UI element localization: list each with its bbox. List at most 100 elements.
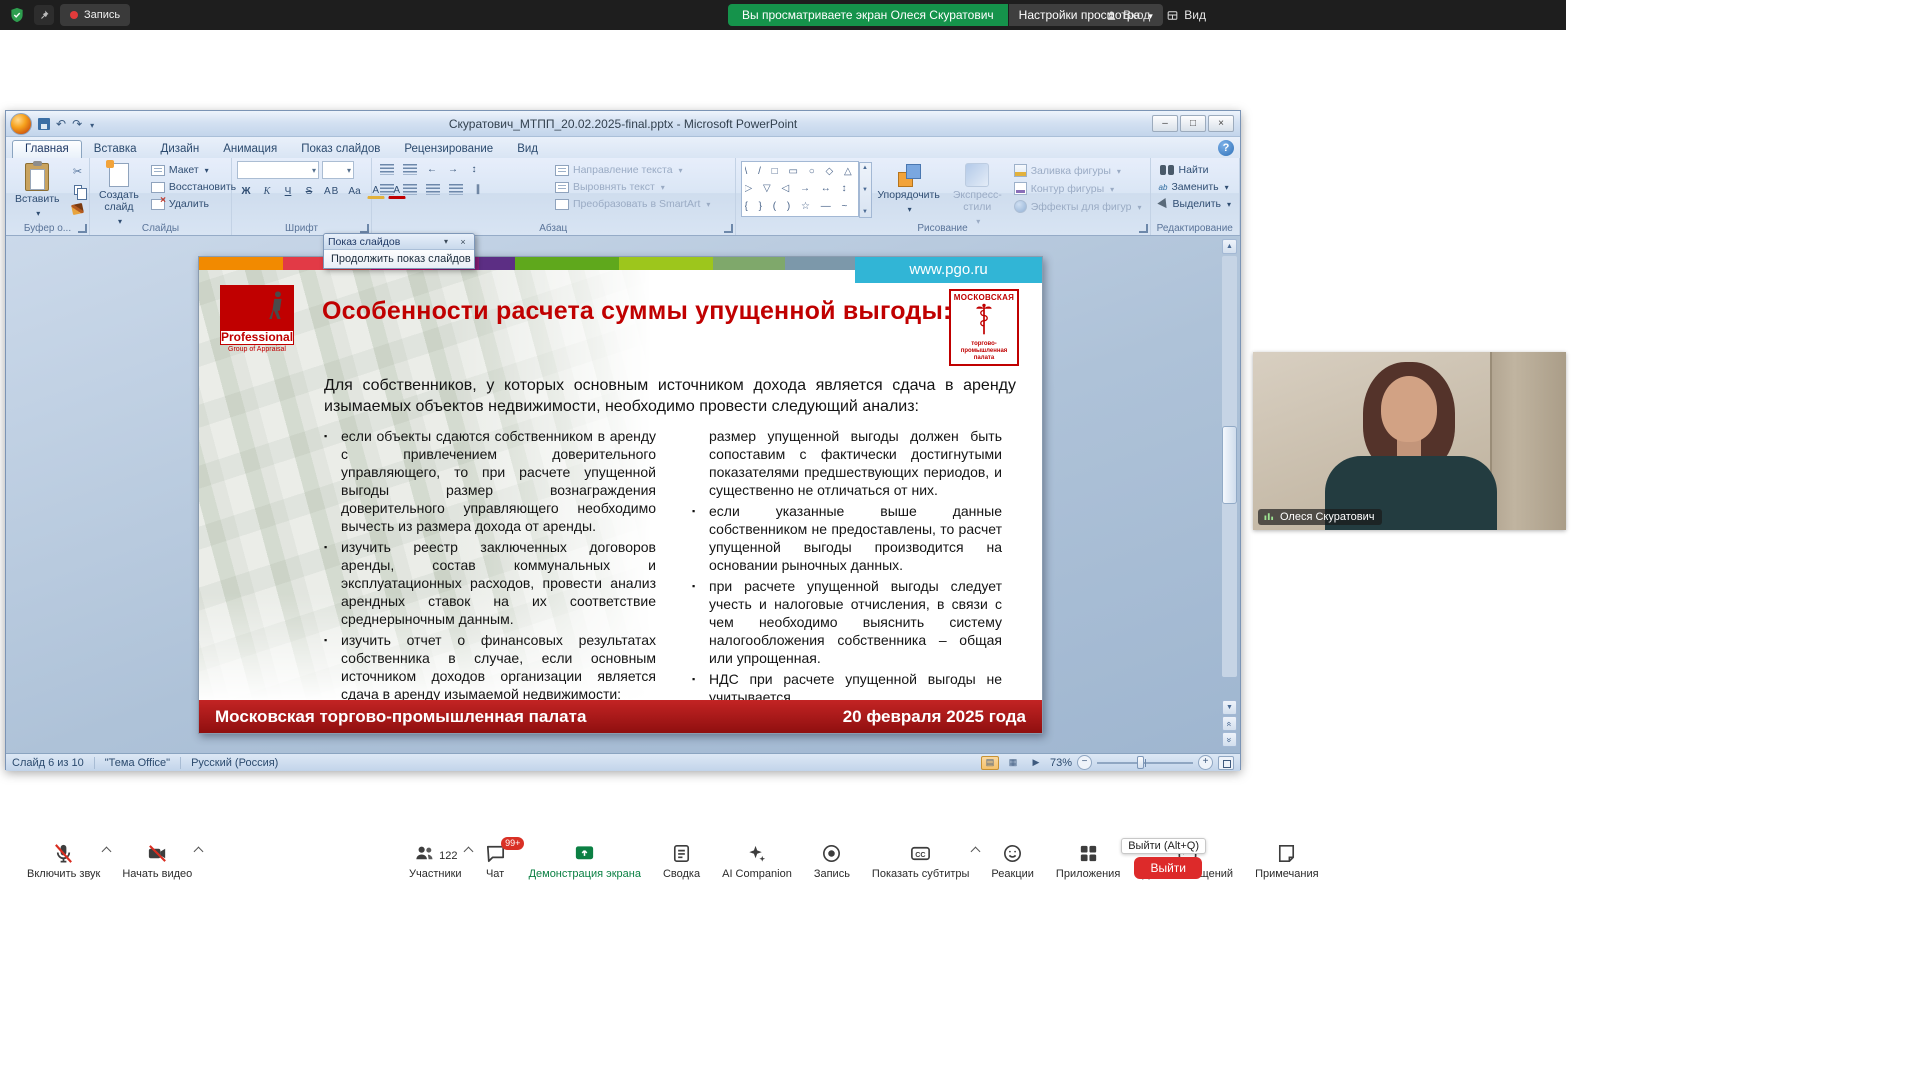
quick-styles-button[interactable]: Экспресс-стили bbox=[949, 161, 1006, 229]
shapes-row-misc[interactable] bbox=[745, 201, 855, 212]
increase-indent-button[interactable]: → bbox=[444, 161, 462, 177]
shape-outline-button[interactable]: Контур фигуры bbox=[1011, 181, 1145, 196]
scroll-down-button[interactable]: ▼ bbox=[1222, 700, 1237, 715]
paste-button[interactable]: Вставить bbox=[11, 161, 64, 221]
replace-button[interactable]: Заменить bbox=[1156, 180, 1234, 194]
cut-button[interactable] bbox=[69, 163, 87, 179]
toolbar-ai-companion[interactable]: AI Companion bbox=[711, 836, 803, 880]
align-center-button[interactable] bbox=[400, 181, 420, 197]
scrollbar-track[interactable] bbox=[1222, 256, 1237, 677]
save-icon[interactable] bbox=[38, 118, 50, 130]
scroll-up-button[interactable]: ▲ bbox=[1222, 239, 1237, 254]
chevron-up-icon[interactable] bbox=[102, 847, 112, 857]
toolbar-reactions[interactable]: Реакции bbox=[980, 836, 1045, 880]
copy-button[interactable] bbox=[69, 182, 87, 198]
shapes-row-lines[interactable] bbox=[745, 166, 855, 177]
continue-slideshow-item[interactable]: Продолжить показ слайдов bbox=[324, 250, 474, 268]
toolbar-start-video[interactable]: Начать видео bbox=[111, 836, 203, 880]
convert-smartart-button[interactable]: Преобразовать в SmartArt bbox=[552, 197, 713, 211]
slideshow-view-button[interactable]: ▶ bbox=[1027, 756, 1045, 770]
tab-home[interactable]: Главная bbox=[12, 140, 82, 158]
zoom-slider[interactable] bbox=[1097, 755, 1193, 770]
help-icon[interactable] bbox=[1218, 140, 1234, 156]
shapes-row-basic[interactable] bbox=[745, 183, 855, 194]
zoom-slider-thumb[interactable] bbox=[1137, 756, 1144, 769]
line-spacing-button[interactable]: ↕ bbox=[465, 161, 483, 177]
tab-review[interactable]: Рецензирование bbox=[392, 141, 505, 158]
minimize-button[interactable]: – bbox=[1152, 115, 1178, 132]
align-left-button[interactable] bbox=[377, 181, 397, 197]
reset-button[interactable]: Восстановить bbox=[148, 180, 239, 194]
chevron-up-icon[interactable] bbox=[971, 847, 981, 857]
text-direction-button[interactable]: Направление текста bbox=[552, 163, 713, 177]
decrease-indent-button[interactable]: ← bbox=[423, 161, 441, 177]
character-spacing-button[interactable]: АВ bbox=[321, 183, 342, 199]
numbering-button[interactable] bbox=[400, 161, 420, 177]
shape-fill-button[interactable]: Заливка фигуры bbox=[1011, 163, 1145, 178]
clipboard-dialog-launcher[interactable] bbox=[78, 224, 87, 233]
tab-animation[interactable]: Анимация bbox=[211, 141, 289, 158]
presenter-video-tile[interactable]: Олеся Скуратович bbox=[1253, 352, 1566, 530]
normal-view-button[interactable]: ▤ bbox=[981, 756, 999, 770]
zoom-out-button[interactable]: − bbox=[1077, 755, 1092, 770]
close-button[interactable]: × bbox=[1208, 115, 1234, 132]
toolbar-summary[interactable]: Сводка bbox=[652, 836, 711, 880]
vertical-scrollbar[interactable]: ▲ ▼ « » bbox=[1222, 239, 1237, 747]
signin-button[interactable]: Вход bbox=[1105, 8, 1150, 22]
toolbar-apps[interactable]: Приложения bbox=[1045, 836, 1131, 880]
scrollbar-thumb[interactable] bbox=[1222, 426, 1237, 504]
slide-sorter-view-button[interactable]: ▦ bbox=[1004, 756, 1022, 770]
toolbar-chat[interactable]: Чат 99+ bbox=[473, 836, 518, 880]
justify-button[interactable] bbox=[446, 181, 466, 197]
change-case-button[interactable]: Аа bbox=[345, 183, 363, 199]
italic-button[interactable]: К bbox=[258, 183, 276, 199]
view-button[interactable]: Вид bbox=[1166, 8, 1206, 22]
fit-to-window-button[interactable] bbox=[1218, 756, 1234, 770]
select-button[interactable]: Выделить bbox=[1156, 197, 1234, 211]
pin-button[interactable] bbox=[34, 5, 54, 25]
slide-canvas[interactable]: www.pgo.ru Professional Group of Apprais… bbox=[198, 256, 1043, 734]
toolbar-captions[interactable]: CC Показать субтитры bbox=[861, 836, 981, 880]
shapes-gallery[interactable]: ▲▼▼ bbox=[741, 161, 859, 217]
align-right-button[interactable] bbox=[423, 181, 443, 197]
columns-button[interactable]: ∥ bbox=[469, 181, 487, 197]
toolbar-share-screen[interactable]: Демонстрация экрана bbox=[518, 836, 652, 880]
maximize-button[interactable]: □ bbox=[1180, 115, 1206, 132]
shapes-gallery-scroll[interactable]: ▲▼▼ bbox=[859, 162, 872, 218]
tab-view[interactable]: Вид bbox=[505, 141, 550, 158]
new-slide-button[interactable]: Создать слайд bbox=[95, 161, 143, 229]
tab-insert[interactable]: Вставка bbox=[82, 141, 149, 158]
delete-button[interactable]: Удалить bbox=[148, 197, 239, 211]
chevron-up-icon[interactable] bbox=[463, 847, 473, 857]
close-icon[interactable] bbox=[456, 235, 470, 248]
previous-slide-button[interactable]: « bbox=[1222, 716, 1237, 731]
chevron-down-icon[interactable] bbox=[444, 237, 456, 246]
toolbar-mute[interactable]: Включить звук bbox=[16, 836, 111, 880]
recording-indicator[interactable]: Запись bbox=[60, 4, 130, 26]
format-painter-button[interactable] bbox=[69, 201, 87, 217]
bold-button[interactable]: Ж bbox=[237, 183, 255, 199]
leave-button[interactable]: Выйти bbox=[1134, 857, 1202, 879]
toolbar-record[interactable]: Запись bbox=[803, 836, 861, 880]
shape-effects-button[interactable]: Эффекты для фигур bbox=[1011, 199, 1145, 214]
office-button[interactable] bbox=[10, 113, 32, 135]
align-text-button[interactable]: Выровнять текст bbox=[552, 180, 713, 194]
font-name-combo[interactable] bbox=[237, 161, 319, 179]
tab-slideshow[interactable]: Показ слайдов bbox=[289, 141, 392, 158]
strikethrough-button[interactable]: S bbox=[300, 183, 318, 199]
zoom-in-button[interactable]: + bbox=[1198, 755, 1213, 770]
next-slide-button[interactable]: » bbox=[1222, 732, 1237, 747]
font-dialog-launcher[interactable] bbox=[360, 224, 369, 233]
layout-button[interactable]: Макет bbox=[148, 163, 239, 177]
language-indicator[interactable]: Русский (Россия) bbox=[191, 757, 278, 769]
popup-title-bar[interactable]: Показ слайдов bbox=[324, 234, 474, 250]
font-size-combo[interactable] bbox=[322, 161, 354, 179]
find-button[interactable]: Найти bbox=[1156, 163, 1234, 177]
redo-icon[interactable]: ↷ bbox=[72, 117, 82, 131]
drawing-dialog-launcher[interactable] bbox=[1139, 224, 1148, 233]
underline-button[interactable]: Ч bbox=[279, 183, 297, 199]
chevron-up-icon[interactable] bbox=[194, 847, 204, 857]
toolbar-participants[interactable]: 122 Участники bbox=[398, 836, 473, 880]
bullets-button[interactable] bbox=[377, 161, 397, 177]
undo-icon[interactable]: ↶ bbox=[56, 117, 66, 131]
